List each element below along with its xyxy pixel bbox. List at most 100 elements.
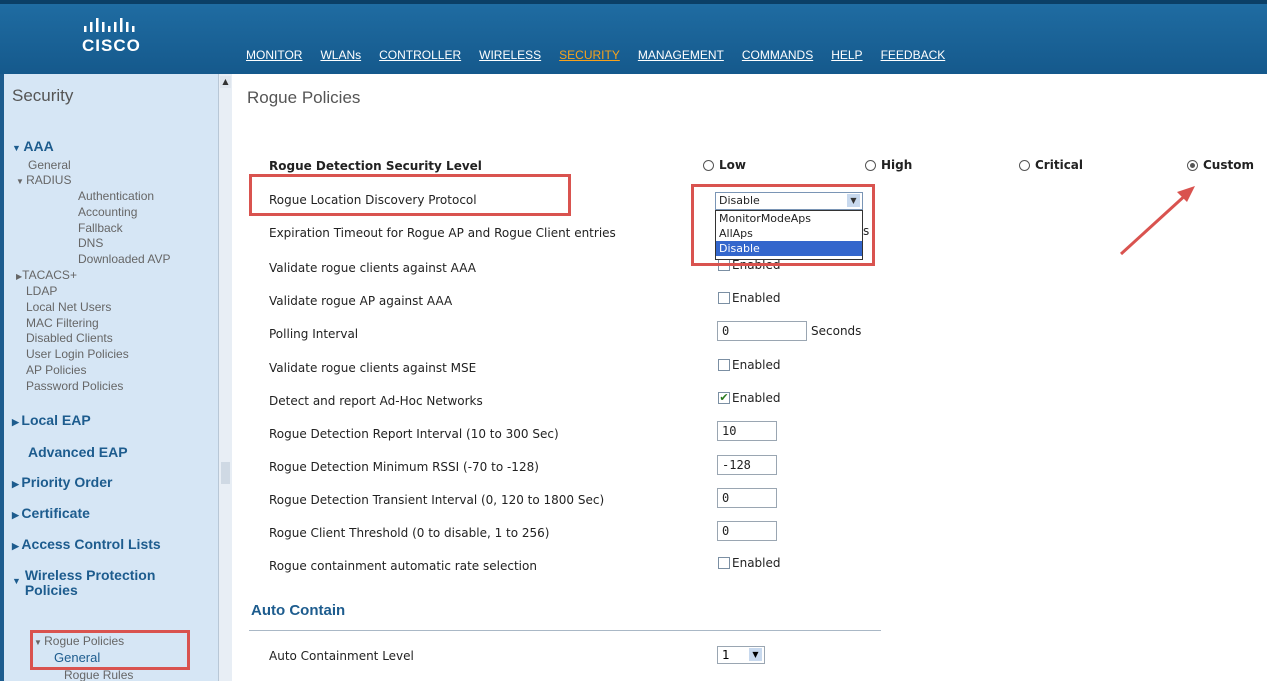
- polling-interval-unit: Seconds: [811, 324, 862, 338]
- nav-wlans[interactable]: WLANs: [320, 48, 361, 62]
- sidebar-item-label: RADIUS: [26, 173, 72, 187]
- nav-feedback[interactable]: FEEDBACK: [881, 48, 946, 62]
- sidebar: Security ▼ AAA General ▼ RADIUS Authenti…: [0, 74, 218, 681]
- brand-name: CISCO: [82, 36, 141, 55]
- sidebar-item-certificate[interactable]: ▶ Certificate: [12, 505, 90, 521]
- transient-interval-input[interactable]: 0: [717, 488, 777, 508]
- checkbox-box: [718, 359, 730, 371]
- client-threshold-label: Rogue Client Threshold (0 to disable, 1 …: [269, 526, 550, 540]
- auto-containment-level-select[interactable]: 1 ▼: [717, 646, 765, 664]
- checkbox-label: Enabled: [732, 291, 781, 305]
- scroll-up-arrow-icon[interactable]: ▲: [220, 76, 231, 88]
- sidebar-item-acl[interactable]: ▶ Access Control Lists: [12, 536, 161, 552]
- sidebar-item-authentication[interactable]: Authentication: [78, 189, 154, 203]
- collapsed-arrow-icon: ▶: [12, 417, 22, 427]
- adhoc-checkbox[interactable]: ✔ Enabled: [718, 391, 781, 405]
- page-title: Rogue Policies: [247, 88, 361, 107]
- highlight-box-general: [30, 630, 190, 670]
- nav-security[interactable]: SECURITY: [559, 48, 620, 62]
- top-header-bar: CISCO MONITOR WLANs CONTROLLER WIRELESS …: [0, 0, 1267, 74]
- sidebar-item-radius[interactable]: ▼ RADIUS: [16, 173, 71, 187]
- validate-ap-aaa-checkbox[interactable]: Enabled: [718, 291, 781, 305]
- min-rssi-label: Rogue Detection Minimum RSSI (-70 to -12…: [269, 460, 539, 474]
- validate-clients-mse-label: Validate rogue clients against MSE: [269, 361, 477, 375]
- sidebar-item-fallback[interactable]: Fallback: [78, 221, 123, 235]
- validate-clients-aaa-label: Validate rogue clients against AAA: [269, 261, 476, 275]
- sidebar-scrollbar[interactable]: ▲: [218, 74, 232, 681]
- highlight-box-rldp-dropdown: [691, 184, 875, 266]
- nav-monitor[interactable]: MONITOR: [246, 48, 302, 62]
- containment-rate-checkbox[interactable]: Enabled: [718, 556, 781, 570]
- radio-circle-icon: [703, 159, 714, 171]
- collapsed-arrow-icon: ▶: [12, 541, 22, 551]
- client-threshold-input[interactable]: 0: [717, 521, 777, 541]
- sidebar-item-downloaded-avp[interactable]: Downloaded AVP: [78, 252, 171, 266]
- scroll-grip[interactable]: [221, 462, 230, 484]
- polling-interval-input[interactable]: 0: [717, 321, 807, 341]
- radio-high[interactable]: High: [865, 158, 912, 172]
- radio-low-label: Low: [719, 158, 746, 172]
- sidebar-item-ap-policies[interactable]: AP Policies: [26, 363, 86, 377]
- checkbox-label: Enabled: [732, 556, 781, 570]
- auto-containment-level-label: Auto Containment Level: [269, 649, 414, 663]
- checkmark-icon: ✔: [718, 391, 730, 404]
- sidebar-item-tacacs[interactable]: ▶TACACS+: [16, 268, 77, 282]
- sidebar-item-password-policies[interactable]: Password Policies: [26, 379, 123, 393]
- sidebar-item-disabled-clients[interactable]: Disabled Clients: [26, 331, 113, 345]
- sidebar-item-label: AAA: [23, 138, 54, 154]
- expiration-label: Expiration Timeout for Rogue AP and Rogu…: [269, 226, 616, 240]
- radio-low[interactable]: Low: [703, 158, 746, 172]
- validate-clients-mse-checkbox[interactable]: Enabled: [718, 358, 781, 372]
- auto-contain-heading: Auto Contain: [251, 602, 346, 619]
- annotation-arrow-icon: [1119, 186, 1195, 256]
- sidebar-item-ldap[interactable]: LDAP: [26, 284, 57, 298]
- sidebar-item-local-net-users[interactable]: Local Net Users: [26, 300, 111, 314]
- sidebar-title: Security: [12, 86, 74, 105]
- collapsed-arrow-icon: ▶: [12, 510, 22, 520]
- report-interval-input[interactable]: 10: [717, 421, 777, 441]
- sidebar-item-user-login-policies[interactable]: User Login Policies: [26, 347, 129, 361]
- sidebar-item-label: Access Control Lists: [21, 536, 161, 552]
- report-interval-label: Rogue Detection Report Interval (10 to 3…: [269, 427, 559, 441]
- expanded-arrow-icon: ▼: [12, 143, 24, 153]
- select-value: 1: [722, 648, 730, 662]
- sidebar-item-aaa[interactable]: ▼ AAA: [12, 138, 54, 154]
- min-rssi-input[interactable]: -128: [717, 455, 777, 475]
- radio-critical[interactable]: Critical: [1019, 158, 1083, 172]
- sidebar-item-general[interactable]: General: [28, 158, 71, 172]
- sidebar-item-advanced-eap[interactable]: Advanced EAP: [28, 444, 128, 460]
- nav-commands[interactable]: COMMANDS: [742, 48, 813, 62]
- radio-custom-label: Custom: [1203, 158, 1254, 172]
- collapsed-arrow-icon: ▶: [12, 479, 22, 489]
- nav-management[interactable]: MANAGEMENT: [638, 48, 724, 62]
- sidebar-item-mac-filtering[interactable]: MAC Filtering: [26, 316, 99, 330]
- sidebar-item-accounting[interactable]: Accounting: [78, 205, 137, 219]
- radio-custom[interactable]: Custom: [1187, 158, 1254, 172]
- checkbox-label: Enabled: [732, 358, 781, 372]
- sidebar-item-priority-order[interactable]: ▶ Priority Order: [12, 474, 112, 490]
- radio-selected-icon: [1187, 159, 1198, 171]
- radio-critical-label: Critical: [1035, 158, 1084, 172]
- radio-circle-icon: [1019, 159, 1030, 171]
- sidebar-item-wireless-protection[interactable]: ▼ Wireless Protection Policies: [12, 568, 155, 598]
- polling-interval-label: Polling Interval: [269, 327, 359, 341]
- nav-controller[interactable]: CONTROLLER: [379, 48, 461, 62]
- sidebar-item-dns[interactable]: DNS: [78, 236, 103, 250]
- main-nav: MONITOR WLANs CONTROLLER WIRELESS SECURI…: [246, 48, 963, 62]
- sidebar-item-local-eap[interactable]: ▶ Local EAP: [12, 412, 91, 428]
- sidebar-item-label: Local EAP: [21, 412, 91, 428]
- adhoc-label: Detect and report Ad-Hoc Networks: [269, 394, 483, 408]
- security-level-label: Rogue Detection Security Level: [269, 159, 482, 173]
- sidebar-item-label: Wireless Protection: [24, 567, 156, 583]
- validate-ap-aaa-label: Validate rogue AP against AAA: [269, 294, 453, 308]
- nav-wireless[interactable]: WIRELESS: [479, 48, 541, 62]
- transient-interval-label: Rogue Detection Transient Interval (0, 1…: [269, 493, 605, 507]
- containment-rate-label: Rogue containment automatic rate selecti…: [269, 559, 537, 573]
- nav-help[interactable]: HELP: [831, 48, 862, 62]
- radio-circle-icon: [865, 159, 876, 171]
- cisco-logo: CISCO: [62, 12, 172, 64]
- checkbox-box: [718, 292, 730, 304]
- checkbox-label: Enabled: [732, 391, 781, 405]
- section-divider: [249, 630, 881, 631]
- sidebar-item-label-cont: Policies: [24, 582, 78, 598]
